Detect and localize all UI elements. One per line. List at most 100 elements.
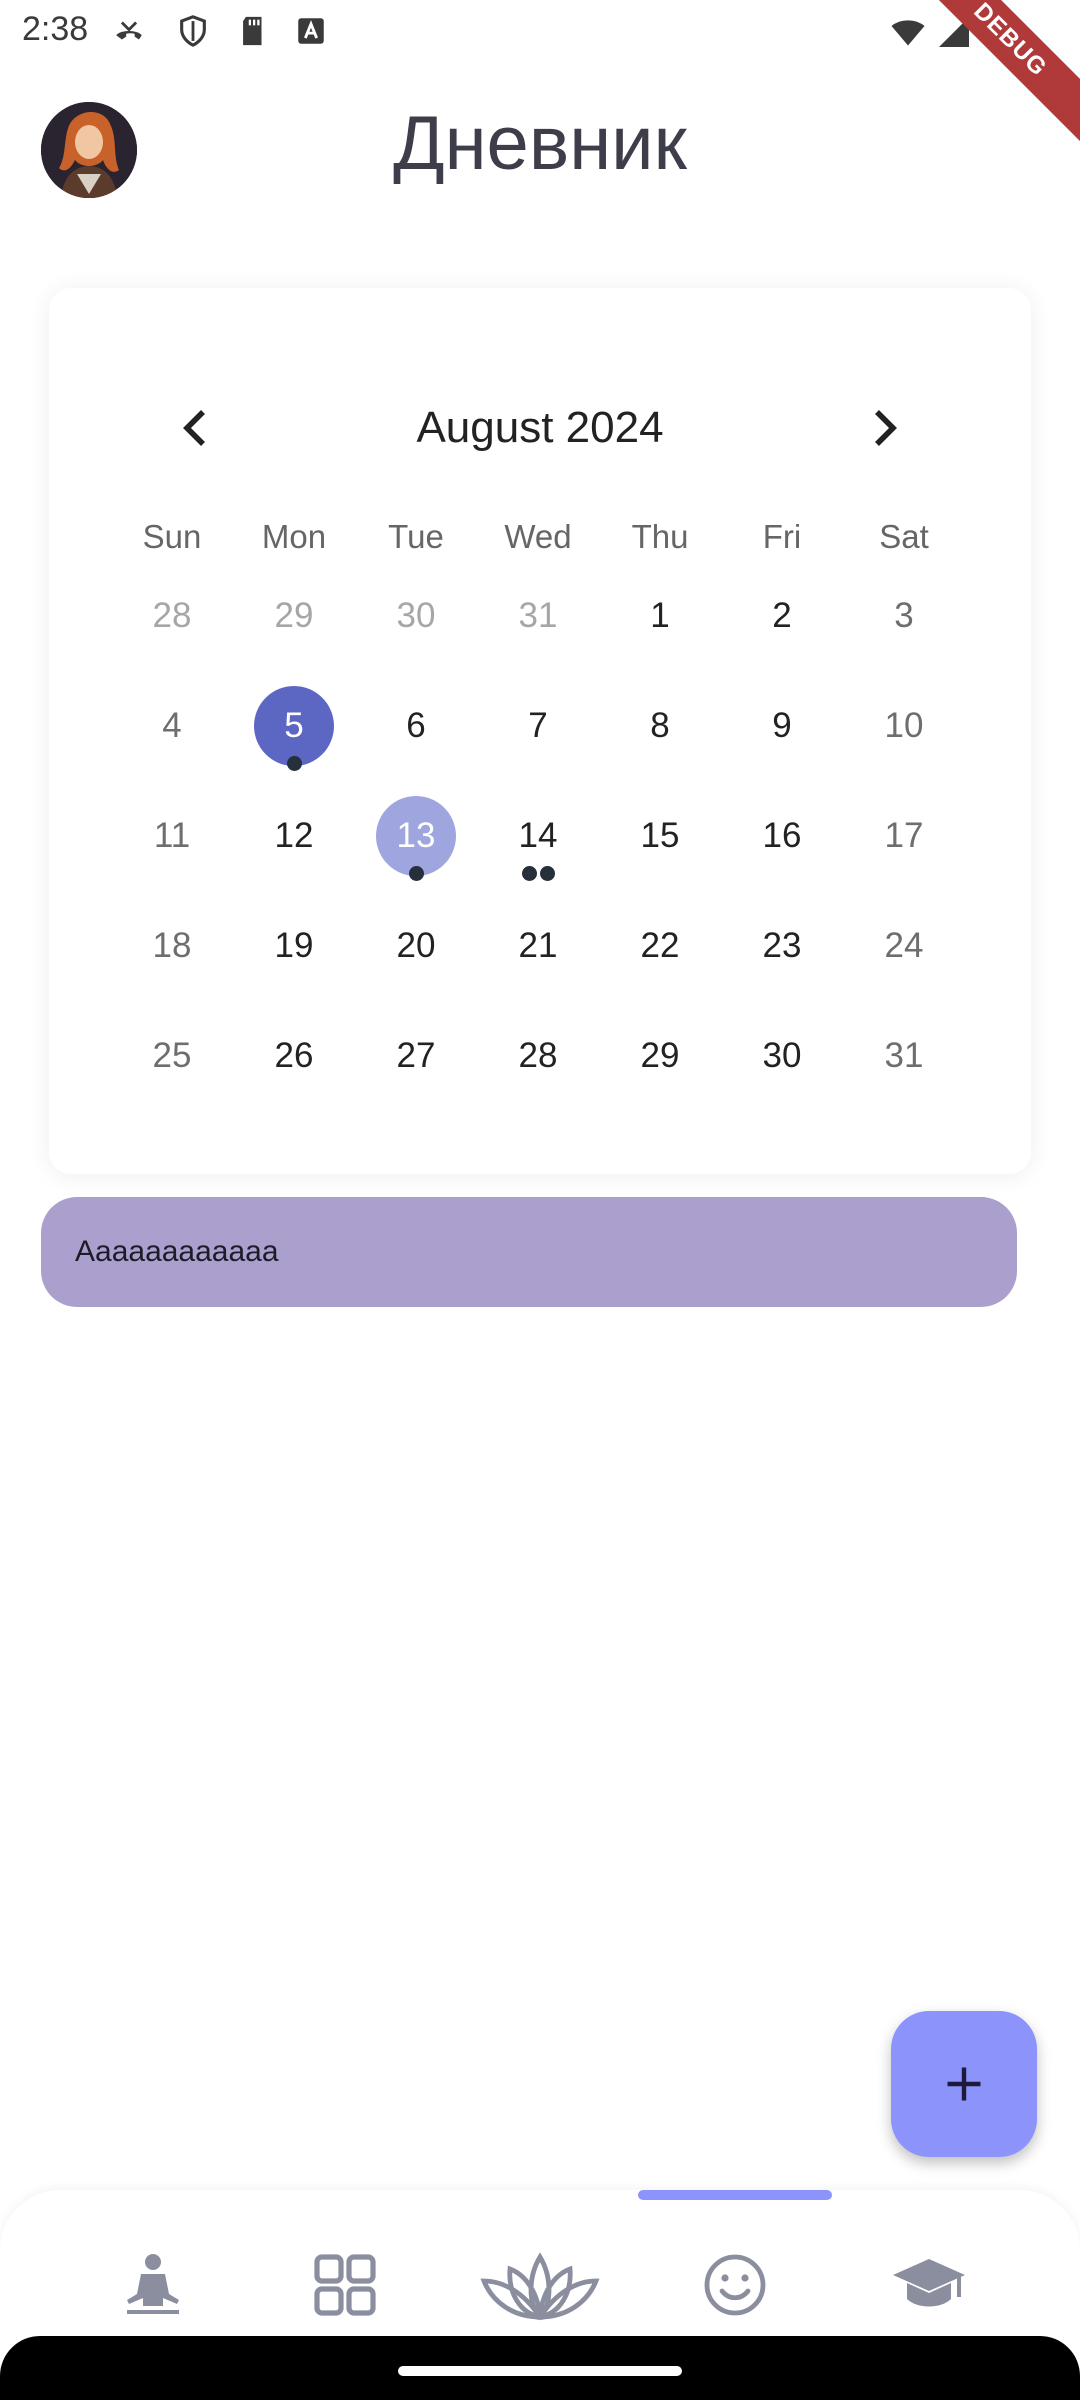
event-marker-dot — [539, 866, 555, 881]
day-number: 16 — [762, 816, 802, 855]
calendar-day[interactable]: 31 — [843, 1016, 965, 1096]
day-number: 20 — [396, 926, 436, 965]
day-number: 13 — [396, 816, 436, 855]
calendar-day[interactable]: 12 — [233, 796, 355, 876]
add-note-button[interactable] — [891, 2011, 1037, 2157]
wifi-icon — [891, 20, 925, 46]
calendar-day[interactable]: 5 — [233, 686, 355, 771]
day-number: 21 — [518, 926, 558, 965]
day-number: 29 — [274, 596, 314, 635]
next-month-button[interactable] — [855, 398, 915, 458]
calendar-day[interactable]: 14 — [477, 796, 599, 881]
calendar-day[interactable]: 7 — [477, 686, 599, 766]
day-number: 10 — [884, 706, 924, 745]
weekday-label: Sun — [142, 518, 202, 555]
note-item[interactable]: Aaaaaaaaaaaa — [41, 1197, 1017, 1307]
calendar-day[interactable]: 29 — [599, 1016, 721, 1096]
day-number: 28 — [518, 1036, 558, 1075]
day-number: 22 — [640, 926, 680, 965]
a-notification-icon — [298, 18, 324, 44]
calendar-day[interactable]: 15 — [599, 796, 721, 876]
day-number: 9 — [772, 706, 792, 745]
calendar-day[interactable]: 16 — [721, 796, 843, 876]
day-number: 4 — [162, 706, 182, 745]
calendar-day[interactable]: 10 — [843, 686, 965, 766]
day-number: 6 — [406, 706, 426, 745]
day-number: 30 — [396, 596, 436, 635]
event-marker-dot — [286, 756, 302, 771]
weekday-label: Wed — [504, 518, 572, 555]
day-number: 11 — [153, 816, 191, 855]
event-marker-dot — [408, 866, 424, 881]
calendar-day[interactable]: 8 — [599, 686, 721, 766]
day-number: 19 — [274, 926, 314, 965]
graduation-cap-icon — [893, 2259, 965, 2307]
calendar-day[interactable]: 11 — [111, 796, 233, 876]
weekday-label: Fri — [762, 518, 802, 555]
day-number: 23 — [762, 926, 802, 965]
calendar-day[interactable]: 28 — [477, 1016, 599, 1096]
shield-icon — [180, 15, 206, 47]
calendar-day[interactable]: 29 — [233, 576, 355, 656]
weekday-label: Thu — [631, 518, 689, 555]
day-number: 30 — [762, 1036, 802, 1075]
status-time: 2:38 — [22, 10, 89, 48]
calendar-card: August 2024 Sun Mon Tue Wed Thu Fri Sat … — [49, 288, 1031, 1174]
day-number: 31 — [884, 1036, 924, 1075]
calendar-day[interactable]: 4 — [111, 686, 233, 766]
calendar-day[interactable]: 6 — [355, 686, 477, 766]
calendar-day[interactable]: 28 — [111, 576, 233, 656]
home-gesture-handle[interactable] — [398, 2366, 682, 2376]
day-number: 8 — [650, 706, 670, 745]
day-number: 18 — [152, 926, 192, 965]
day-number: 29 — [640, 1036, 680, 1075]
calendar-day[interactable]: 22 — [599, 906, 721, 986]
day-number: 24 — [884, 926, 924, 965]
day-number: 26 — [274, 1036, 314, 1075]
calendar-day[interactable]: 23 — [721, 906, 843, 986]
nav-item-lotus[interactable] — [475, 2230, 605, 2340]
calendar-day[interactable]: 24 — [843, 906, 965, 986]
calendar-day[interactable]: 30 — [721, 1016, 843, 1096]
calendar-day[interactable]: 3 — [843, 576, 965, 656]
calendar-day[interactable]: 9 — [721, 686, 843, 766]
calendar-day[interactable]: 30 — [355, 576, 477, 656]
calendar-day[interactable]: 31 — [477, 576, 599, 656]
calendar-day[interactable]: 20 — [355, 906, 477, 986]
day-number: 15 — [640, 816, 680, 855]
calendar-day[interactable]: 19 — [233, 906, 355, 986]
plus-icon — [947, 2067, 981, 2101]
calendar-day[interactable]: 21 — [477, 906, 599, 986]
weekday-row: Sun Mon Tue Wed Thu Fri Sat — [49, 518, 1031, 562]
event-markers — [233, 756, 355, 772]
nav-item-learning[interactable] — [864, 2230, 994, 2340]
meditation-icon — [127, 2254, 179, 2314]
calendar-day[interactable]: 26 — [233, 1016, 355, 1096]
grid-icon — [314, 2254, 376, 2316]
day-number: 3 — [894, 596, 914, 635]
calendar-day[interactable]: 18 — [111, 906, 233, 986]
smiley-icon — [704, 2254, 766, 2316]
event-marker-dot — [521, 866, 537, 881]
calendar-day[interactable]: 1 — [599, 576, 721, 656]
weekday-label: Mon — [261, 518, 327, 555]
day-number: 27 — [396, 1036, 436, 1075]
day-number: 7 — [528, 706, 548, 745]
calendar-day[interactable]: 2 — [721, 576, 843, 656]
calendar-day[interactable]: 13 — [355, 796, 477, 881]
lotus-icon — [480, 2252, 600, 2321]
calendar-day[interactable]: 25 — [111, 1016, 233, 1096]
day-number: 5 — [284, 706, 304, 745]
day-number: 28 — [152, 596, 192, 635]
nav-item-meditation[interactable] — [88, 2230, 218, 2340]
weekday-label: Tue — [388, 518, 444, 555]
nav-item-grid[interactable] — [280, 2230, 410, 2340]
calendar-header: August 2024 — [49, 398, 1031, 458]
calendar-day[interactable]: 17 — [843, 796, 965, 876]
day-number: 1 — [650, 596, 670, 635]
calendar-day[interactable]: 27 — [355, 1016, 477, 1096]
nav-item-mood[interactable] — [670, 2230, 800, 2340]
system-gesture-bar — [0, 2336, 1080, 2400]
day-number: 31 — [518, 596, 558, 635]
status-bar: 2:38 DEBUG — [0, 0, 1080, 148]
